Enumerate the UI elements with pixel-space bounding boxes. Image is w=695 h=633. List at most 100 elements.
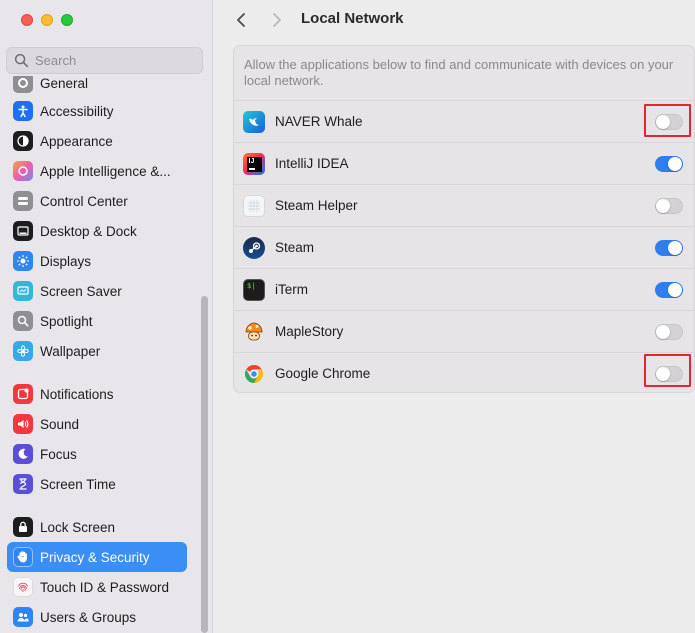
maplestory-toggle[interactable]: [655, 324, 683, 340]
sidebar-item-label: Apple Intelligence &...: [40, 163, 171, 179]
sidebar-item-privacy-security[interactable]: Privacy & Security: [7, 542, 187, 572]
sidebar-item-label: Privacy & Security: [40, 549, 150, 565]
sidebar-item-touch-id[interactable]: Touch ID & Password: [7, 572, 187, 602]
app-name: Google Chrome: [275, 366, 371, 381]
sidebar-item-screen-saver[interactable]: Screen Saver: [7, 276, 187, 306]
privacy-hand-icon: [13, 547, 33, 567]
maplestory-icon: [243, 321, 265, 343]
sidebar-item-label: Sound: [40, 416, 80, 432]
spotlight-icon: [13, 311, 33, 331]
main-content: Local Network Allow the applications bel…: [214, 0, 695, 633]
page-title: Local Network: [301, 10, 404, 27]
app-row-maplestory: MapleStory: [234, 310, 694, 352]
sidebar-item-notifications[interactable]: Notifications: [7, 379, 187, 409]
app-name: Steam: [275, 240, 315, 255]
toggle-knob: [668, 157, 682, 171]
forward-button[interactable]: [266, 9, 288, 31]
sidebar-item-general[interactable]: General: [7, 76, 187, 98]
iterm-icon: $|: [243, 279, 265, 301]
sidebar-item-apple-intelligence[interactable]: Apple Intelligence &...: [7, 156, 187, 186]
steam-helper-icon: [243, 195, 265, 217]
users-icon: [13, 607, 33, 627]
app-row-google-chrome: Google Chrome: [234, 352, 694, 392]
sidebar-item-users-groups[interactable]: Users & Groups: [7, 602, 187, 632]
app-row-iterm: $| iTerm: [234, 268, 694, 310]
iterm-toggle[interactable]: [655, 282, 683, 298]
wallpaper-icon: [13, 341, 33, 361]
zoom-window-button[interactable]: [61, 14, 73, 26]
scrollbar-thumb[interactable]: [201, 296, 208, 633]
screen-time-icon: [13, 474, 33, 494]
chrome-icon: [243, 363, 265, 385]
back-button[interactable]: [230, 9, 252, 31]
sidebar-item-label: Screen Time: [40, 476, 116, 492]
app-name: NAVER Whale: [275, 114, 363, 129]
appearance-icon: [13, 131, 33, 151]
sidebar-list: General Accessibility Appearance Apple I…: [0, 76, 200, 633]
app-name: Steam Helper: [275, 198, 358, 213]
toggle-knob: [656, 325, 670, 339]
sidebar-item-label: Control Center: [40, 193, 128, 209]
screen-saver-icon: [13, 281, 33, 301]
intellij-icon: IJ: [243, 153, 265, 175]
sidebar-scrollbar[interactable]: [200, 296, 209, 633]
app-row-naver-whale: NAVER Whale: [234, 100, 694, 142]
window-controls: [21, 14, 73, 26]
sidebar-item-label: Appearance: [40, 133, 113, 149]
dock-icon: [13, 221, 33, 241]
close-window-button[interactable]: [21, 14, 33, 26]
app-name: MapleStory: [275, 324, 344, 339]
highlight-box-google-chrome: [644, 354, 691, 387]
sidebar-item-sound[interactable]: Sound: [7, 409, 187, 439]
sidebar-item-label: Notifications: [40, 386, 114, 402]
control-center-icon: [13, 191, 33, 211]
sidebar-item-label: Accessibility: [40, 103, 114, 119]
sidebar-item-label: Wallpaper: [40, 343, 101, 359]
sidebar-item-label: Spotlight: [40, 313, 93, 329]
steam-icon: [243, 237, 265, 259]
focus-icon: [13, 444, 33, 464]
toggle-knob: [668, 283, 682, 297]
gear-icon: [13, 76, 33, 93]
sidebar-item-label: Touch ID & Password: [40, 579, 170, 595]
sidebar-item-lock-screen[interactable]: Lock Screen: [7, 512, 187, 542]
chevron-left-icon: [237, 13, 245, 27]
search-icon: [14, 53, 29, 68]
sidebar-item-focus[interactable]: Focus: [7, 439, 187, 469]
app-name: iTerm: [275, 282, 308, 297]
sidebar-item-appearance[interactable]: Appearance: [7, 126, 187, 156]
touch-id-icon: [13, 577, 33, 597]
sidebar-item-screen-time[interactable]: Screen Time: [7, 469, 187, 499]
sidebar-item-label: General: [40, 76, 89, 91]
search-placeholder: Search: [35, 53, 77, 68]
highlight-box-naver-whale: [644, 104, 691, 137]
sidebar-item-label: Focus: [40, 446, 77, 462]
app-row-steam-helper: Steam Helper: [234, 184, 694, 226]
steam-helper-toggle[interactable]: [655, 198, 683, 214]
search-input[interactable]: Search: [6, 47, 203, 74]
steam-toggle[interactable]: [655, 240, 683, 256]
sidebar-item-label: Displays: [40, 253, 92, 269]
sidebar-item-displays[interactable]: Displays: [7, 246, 187, 276]
sidebar-item-accessibility[interactable]: Accessibility: [7, 96, 187, 126]
sidebar: Search General Accessibility Appearance: [0, 0, 213, 633]
minimize-window-button[interactable]: [41, 14, 53, 26]
sidebar-item-control-center[interactable]: Control Center: [7, 186, 187, 216]
sidebar-item-label: Screen Saver: [40, 283, 122, 299]
app-row-steam: Steam: [234, 226, 694, 268]
apple-intelligence-icon: [13, 161, 33, 181]
app-name: IntelliJ IDEA: [275, 156, 349, 171]
lock-screen-icon: [13, 517, 33, 537]
displays-icon: [13, 251, 33, 271]
toggle-knob: [668, 241, 682, 255]
sidebar-item-spotlight[interactable]: Spotlight: [7, 306, 187, 336]
toggle-knob: [656, 199, 670, 213]
sidebar-item-label: Lock Screen: [40, 519, 116, 535]
panel-description: Allow the applications below to find and…: [244, 57, 674, 88]
intellij-toggle[interactable]: [655, 156, 683, 172]
sidebar-item-label: Users & Groups: [40, 609, 137, 625]
local-network-panel: Allow the applications below to find and…: [233, 45, 695, 393]
sidebar-item-desktop-dock[interactable]: Desktop & Dock: [7, 216, 187, 246]
sidebar-item-wallpaper[interactable]: Wallpaper: [7, 336, 187, 366]
sound-icon: [13, 414, 33, 434]
